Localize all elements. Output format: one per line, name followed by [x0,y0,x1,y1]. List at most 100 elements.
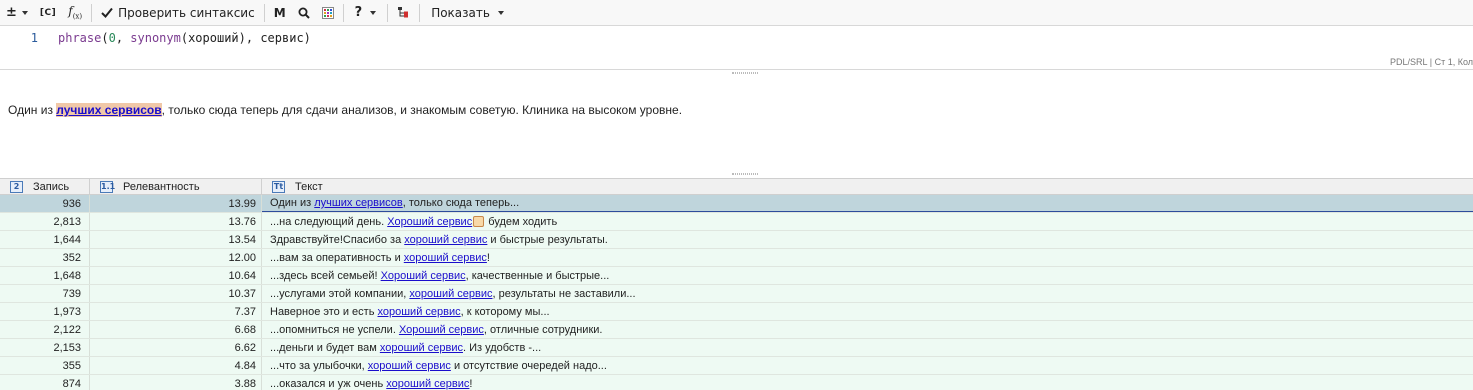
text-preview: Один из лучших сервисов, только сюда теп… [0,71,1473,176]
record-cell: 1,973 [0,303,90,320]
m-button[interactable]: M [268,1,292,25]
match-link[interactable]: Хороший сервис [381,270,466,282]
table-row[interactable]: 355 4.84 ...что за улыбочки, хороший серви… [0,357,1473,375]
toolbar: ± [C] f(x) Проверить синтаксис M ? Показ… [0,0,1473,26]
checkmark-icon [101,7,113,18]
number-type-icon: 2 [10,180,23,193]
grid-button[interactable] [316,1,340,25]
function-button[interactable]: f(x) [62,1,88,25]
record-cell: 874 [0,375,90,390]
match-link[interactable]: хороший сервис [378,306,461,318]
query-code[interactable]: phrase(0, synonym(хороший), сервис) [58,31,311,45]
match-link[interactable]: Хороший сервис [399,324,484,336]
tree-button[interactable] [391,1,416,25]
column-header-relevance[interactable]: 1.1 Релевантность [90,179,262,194]
relevance-cell: 7.37 [90,303,262,320]
column-label: Текст [295,180,323,193]
table-row[interactable]: 352 12.00 ...вам за оперативность и хороши… [0,249,1473,267]
query-editor[interactable]: 1 phrase(0, synonym(хороший), сервис) PD… [0,26,1473,70]
relevance-cell: 13.99 [90,195,262,212]
text-cell: ...опомниться не успели. Хороший сервис,… [262,321,1473,338]
column-label: Запись [33,180,70,193]
relevance-cell: 4.84 [90,357,262,374]
preview-match[interactable]: лучших сервисов [56,103,162,117]
chevron-down-icon [497,10,504,15]
text-cell: ...услугами этой компании, хороший серви… [262,285,1473,302]
relevance-cell: 3.88 [90,375,262,390]
record-cell: 739 [0,285,90,302]
text-before: ...вам за оперативность и [270,251,404,264]
match-link[interactable]: хороший сервис [404,234,487,246]
text-after: и быстрые результаты. [487,233,608,246]
check-syntax-button[interactable]: Проверить синтаксис [95,1,261,25]
column-header-text[interactable]: Tt Текст [262,179,1473,194]
match-link[interactable]: хороший сервис [368,360,451,372]
relevance-cell: 12.00 [90,249,262,266]
record-cell: 2,122 [0,321,90,338]
text-before: ...на следующий день. [270,215,388,228]
text-after: ! [486,251,490,264]
text-cell: Один из лучших сервисов, только сюда теп… [262,195,1473,212]
zoom-button[interactable] [292,1,316,25]
text-cell: ...что за улыбочки, хороший сервис и отс… [262,357,1473,374]
column-label: Релевантность [123,180,200,193]
match-link[interactable]: хороший сервис [404,252,487,264]
text-after: , только сюда теперь... [402,197,520,209]
record-cell: 355 [0,357,90,374]
toolbar-divider [91,3,93,22]
match-link[interactable]: хороший сервис [380,342,463,354]
resize-grip[interactable] [732,173,758,175]
toolbar-divider [419,3,421,22]
table-row[interactable]: 739 10.37 ...услугами этой компании, хорош… [0,285,1473,303]
plus-minus-dropdown[interactable]: ± [0,1,34,25]
table-row[interactable]: 2,122 6.68 ...опомниться не успели. Хороши… [0,321,1473,339]
table-row[interactable]: 1,973 7.37 Наверное это и есть хороший сер… [0,303,1473,321]
table-row[interactable]: 1,644 13.54 Здравствуйте!Спасибо за хороши… [0,231,1473,249]
column-header-record[interactable]: 2 Запись [0,179,90,194]
text-type-icon: Tt [272,180,285,193]
toolbar-divider [387,3,389,22]
text-before: Один из [270,197,315,209]
table-row[interactable]: 2,153 6.62 ...деньги и будет вам хороший с… [0,339,1473,357]
m-icon: M [273,5,286,20]
plus-minus-icon: ± [6,5,17,20]
text-before: ...здесь всей семьей! [270,269,381,282]
match-link[interactable]: лучших сервисов [314,197,402,209]
match-link[interactable]: хороший сервис [409,288,492,300]
chevron-down-icon [370,10,377,15]
text-cell: ...здесь всей семьей! Хороший сервис, ка… [262,267,1473,284]
help-icon: ? [354,5,363,20]
match-link[interactable]: Хороший сервис [387,216,472,228]
color-grid-icon [321,6,334,19]
text-before: ...услугами этой компании, [270,287,410,300]
text-after: , результаты не заставили... [492,287,636,300]
relevance-cell: 10.37 [90,285,262,302]
text-after: , к которому мы... [460,305,550,318]
toolbar-divider [263,3,265,22]
table-row[interactable]: 1,648 10.64 ...здесь всей семьей! Хороший … [0,267,1473,285]
results-table: 2 Запись 1.1 Релевантность Tt Текст 936 1… [0,178,1473,390]
line-number: 1 [30,31,38,45]
text-after: и отсутствие очередей надо... [450,359,607,372]
text-cell: ...вам за оперативность и хороший сервис… [262,249,1473,266]
relevance-cell: 13.76 [90,213,262,230]
text-before: Здравствуйте!Спасибо за [270,233,405,246]
show-dropdown[interactable]: Показать [423,1,512,25]
text-cell: Наверное это и есть хороший сервис, к ко… [262,303,1473,320]
editor-status: PDL/SRL | Ст 1, Кол [1390,57,1473,67]
relevance-cell: 13.54 [90,231,262,248]
table-row[interactable]: 936 13.99 Один из лучших сервисов, только … [0,195,1473,213]
relevance-cell: 6.68 [90,321,262,338]
match-link[interactable]: хороший сервис [386,378,469,390]
magnifier-icon [298,7,310,19]
text-before: Наверное это и есть [270,305,378,318]
table-row[interactable]: 2,813 13.76 ...на следующий день. Хороший … [0,213,1473,231]
table-body: 936 13.99 Один из лучших сервисов, только … [0,195,1473,390]
table-row[interactable]: 874 3.88 ...оказался и уж очень хороший се… [0,375,1473,390]
preview-after: , только сюда теперь для сдачи анализов,… [161,103,683,117]
help-dropdown[interactable]: ? [347,1,385,25]
code-separator: , [115,31,131,45]
relevance-cell: 6.62 [90,339,262,356]
text-before: ...деньги и будет вам [270,341,380,354]
regex-button[interactable]: [C] [34,1,62,25]
